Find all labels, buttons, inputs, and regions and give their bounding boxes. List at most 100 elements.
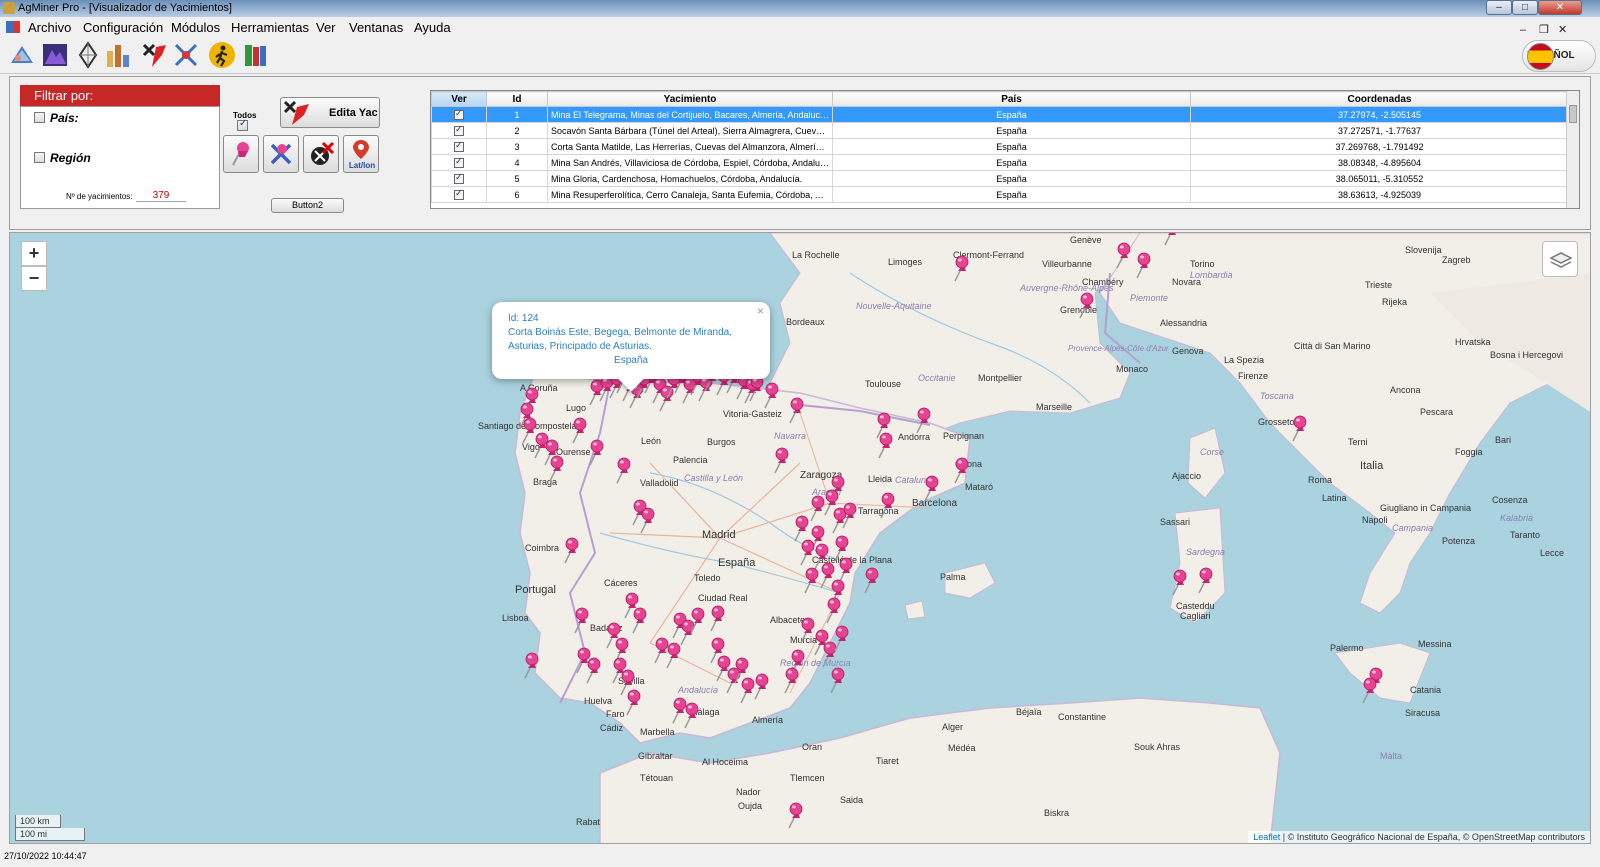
country-checkbox[interactable] xyxy=(34,112,45,123)
mine-marker[interactable] xyxy=(834,625,849,652)
place-label: Grosseto xyxy=(1258,417,1295,427)
region-checkbox[interactable] xyxy=(34,152,45,163)
place-label: Valladolid xyxy=(640,478,678,488)
leaflet-link[interactable]: Leaflet xyxy=(1253,832,1280,842)
place-label: Albacete xyxy=(770,615,805,625)
mine-marker[interactable] xyxy=(864,567,879,594)
menu-ver[interactable]: Ver xyxy=(316,17,336,38)
row-site-name: Socavón Santa Bárbara (Túnel del Arteal)… xyxy=(547,122,833,139)
mdi-child-icon[interactable] xyxy=(6,21,20,33)
select-all-checkbox[interactable] xyxy=(237,118,248,131)
column-header-coordenadas[interactable]: Coordenadas xyxy=(1190,91,1569,107)
country-label: País: xyxy=(50,111,79,125)
books-icon[interactable] xyxy=(241,41,269,69)
edit-site-button[interactable]: Edita Yac xyxy=(280,97,380,128)
button2[interactable]: Button2 xyxy=(271,198,344,213)
row-visible-cell[interactable] xyxy=(431,154,487,171)
place-label: Tlemcen xyxy=(790,773,825,783)
toolbar xyxy=(0,38,1600,74)
globe-map-icon[interactable] xyxy=(8,41,36,69)
column-header-yacimiento[interactable]: Yacimiento xyxy=(547,91,833,107)
table-row[interactable]: 5 Mina Gloria, Cardenchosa, Homachuelos,… xyxy=(431,170,1569,187)
maximize-button[interactable]: □ xyxy=(1512,0,1538,15)
row-visible-cell[interactable] xyxy=(431,122,487,139)
language-button[interactable]: ESPAÑOL xyxy=(1522,40,1596,72)
place-label: Saida xyxy=(840,795,863,805)
row-visible-cell[interactable] xyxy=(431,106,487,123)
row-coordinates: 37.272571, -1.77637 xyxy=(1190,122,1569,139)
delete-mine-button[interactable] xyxy=(303,135,339,173)
bar-chart-icon[interactable] xyxy=(104,41,132,69)
close-button[interactable]: ✕ xyxy=(1538,0,1582,15)
zoom-in-button[interactable]: + xyxy=(21,241,47,266)
zoom-out-button[interactable]: − xyxy=(21,266,47,291)
land-corsica xyxy=(1187,427,1226,499)
grid-header-row: Ver Id Yacimiento País Coordenadas xyxy=(431,91,1569,107)
row-visible-checkbox[interactable] xyxy=(454,156,464,168)
minimize-button[interactable]: – xyxy=(1486,0,1512,15)
row-visible-checkbox[interactable] xyxy=(454,108,464,120)
place-label: Terni xyxy=(1348,437,1368,447)
row-visible-checkbox[interactable] xyxy=(454,172,464,184)
menu-herramientas[interactable]: Herramientas xyxy=(231,17,309,38)
place-label: Ciudad Real xyxy=(698,593,748,603)
place-label: Béjaïa xyxy=(1016,707,1042,717)
map-container[interactable]: La Rochelle Limoges Clermont-Ferrand Gen… xyxy=(9,232,1591,844)
map-canvas[interactable]: La Rochelle Limoges Clermont-Ferrand Gen… xyxy=(10,233,1591,844)
menu-configuracion[interactable]: Configuración xyxy=(83,17,163,38)
table-row[interactable]: 1 Mina El Telegrama, Minas del Cortijuel… xyxy=(431,106,1569,123)
place-label: Potenza xyxy=(1442,536,1475,546)
column-header-ver[interactable]: Ver xyxy=(431,91,487,107)
grid-scrollbar[interactable] xyxy=(1566,91,1579,208)
menu-archivo[interactable]: Archivo xyxy=(28,17,71,38)
menu-bar: Archivo Configuración Módulos Herramient… xyxy=(0,17,1600,38)
row-id: 5 xyxy=(486,170,548,187)
table-row[interactable]: 2 Socavón Santa Bárbara (Túnel del Artea… xyxy=(431,122,1569,139)
column-header-pais[interactable]: País xyxy=(832,91,1191,107)
add-marker-button[interactable] xyxy=(223,135,259,173)
row-country: España xyxy=(832,170,1191,187)
status-bar: 27/10/2022 10:44:47 xyxy=(0,846,1600,867)
row-id: 6 xyxy=(486,186,548,203)
column-header-id[interactable]: Id xyxy=(486,91,548,107)
sites-grid[interactable]: Ver Id Yacimiento País Coordenadas 1 Min… xyxy=(430,90,1580,209)
menu-ayuda[interactable]: Ayuda xyxy=(414,17,451,38)
place-label: Ajaccio xyxy=(1172,471,1201,481)
miner-tools-icon[interactable] xyxy=(172,41,200,69)
place-label: Coimbra xyxy=(525,543,559,553)
row-visible-cell[interactable] xyxy=(431,170,487,187)
place-label: Corse xyxy=(1200,447,1224,457)
diamond-icon[interactable] xyxy=(74,41,102,69)
grid-scroll-thumb[interactable] xyxy=(1569,105,1577,123)
popup-close-button[interactable]: × xyxy=(757,304,764,318)
pickaxe-delete-icon xyxy=(311,141,335,165)
mountain-icon[interactable] xyxy=(41,41,69,69)
place-label: Mataró xyxy=(965,482,993,492)
place-label: Casteddu xyxy=(1176,601,1215,611)
place-label: Napoli xyxy=(1362,515,1388,525)
latlon-button[interactable]: Lat/lon xyxy=(343,135,379,173)
row-visible-checkbox[interactable] xyxy=(454,124,464,136)
runner-icon[interactable] xyxy=(208,41,236,69)
mine-pin-icon[interactable] xyxy=(140,41,168,69)
table-row[interactable]: 6 Mina Resuperferolítica, Cerro Canaleja… xyxy=(431,186,1569,203)
place-label: Occitanie xyxy=(918,373,956,383)
menu-modulos[interactable]: Módulos xyxy=(171,17,220,38)
place-label: La Spezia xyxy=(1224,355,1264,365)
layers-control-button[interactable] xyxy=(1542,241,1578,277)
place-label: Toledo xyxy=(694,573,721,583)
row-site-name: Corta Santa Matilde, Las Herrerías, Cuev… xyxy=(547,138,833,155)
row-visible-cell[interactable] xyxy=(431,138,487,155)
row-coordinates: 38.065011, -5.310552 xyxy=(1190,170,1569,187)
place-label: Lleida xyxy=(868,474,892,484)
table-row[interactable]: 4 Mina San Andrés, Villaviciosa de Córdo… xyxy=(431,154,1569,171)
row-visible-checkbox[interactable] xyxy=(454,188,464,200)
row-visible-checkbox[interactable] xyxy=(454,140,464,152)
remove-marker-button[interactable] xyxy=(263,135,299,173)
place-label: Piemonte xyxy=(1130,293,1168,303)
row-visible-cell[interactable] xyxy=(431,186,487,203)
menu-ventanas[interactable]: Ventanas xyxy=(349,17,403,38)
place-label: Almería xyxy=(752,715,783,725)
mine-marker[interactable] xyxy=(830,667,845,694)
table-row[interactable]: 3 Corta Santa Matilde, Las Herrerías, Cu… xyxy=(431,138,1569,155)
